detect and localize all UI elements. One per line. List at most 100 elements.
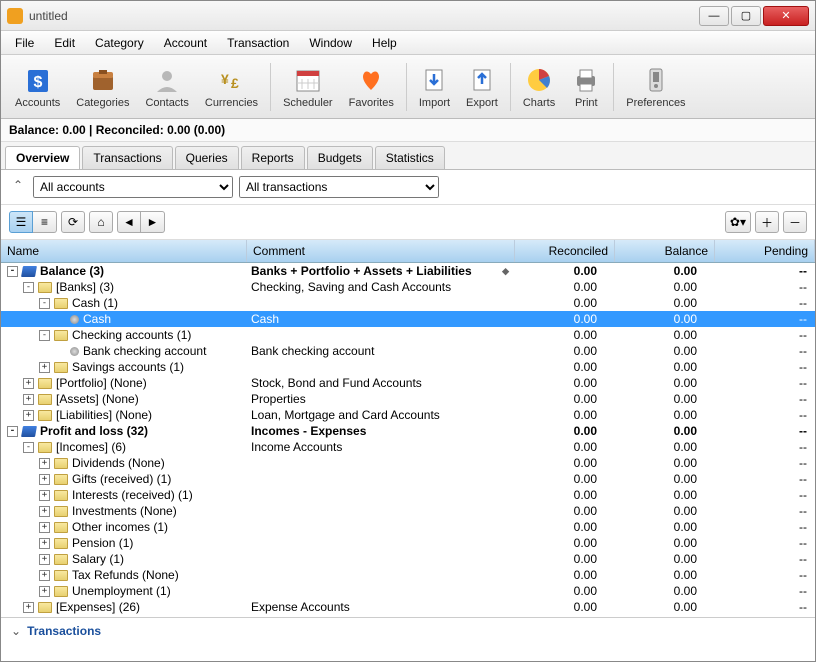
tree-row[interactable]: +Dividends (None)0.000.00-- — [1, 455, 815, 471]
account-tree[interactable]: -Balance (3)Banks + Portfolio + Assets +… — [1, 263, 815, 617]
svg-text:$: $ — [33, 74, 42, 91]
row-balance: 0.00 — [615, 391, 715, 407]
expand-toggle[interactable]: - — [39, 298, 50, 309]
menu-file[interactable]: File — [7, 34, 42, 52]
tab-statistics[interactable]: Statistics — [375, 146, 445, 169]
refresh-button[interactable]: ⟳ — [61, 211, 85, 233]
tree-row[interactable]: -Profit and loss (32)Incomes - Expenses0… — [1, 423, 815, 439]
collapse-filter-icon[interactable]: ⌃ — [9, 178, 27, 196]
expand-toggle[interactable]: + — [39, 522, 50, 533]
menu-window[interactable]: Window — [301, 34, 360, 52]
account-icon — [70, 315, 79, 324]
accounts-filter-select[interactable]: All accounts — [33, 176, 233, 198]
toolbar-export-button[interactable]: Export — [458, 63, 506, 111]
tree-row[interactable]: +Salary (1)0.000.00-- — [1, 551, 815, 567]
menu-category[interactable]: Category — [87, 34, 152, 52]
expand-toggle[interactable]: + — [39, 474, 50, 485]
toolbar-charts-button[interactable]: Charts — [515, 63, 563, 111]
expand-toggle[interactable]: - — [7, 266, 18, 277]
expand-toggle[interactable]: + — [39, 538, 50, 549]
toolbar-currencies-button[interactable]: ¥£Currencies — [197, 63, 266, 111]
tree-row[interactable]: +[Assets] (None)Properties0.000.00-- — [1, 391, 815, 407]
view-list-icons-button[interactable]: ☰ — [9, 211, 33, 233]
menu-account[interactable]: Account — [156, 34, 215, 52]
expand-toggle[interactable]: + — [39, 586, 50, 597]
expand-toggle[interactable]: + — [39, 490, 50, 501]
minimize-button[interactable]: — — [699, 6, 729, 26]
tree-row[interactable]: +[Portfolio] (None)Stock, Bond and Fund … — [1, 375, 815, 391]
expand-toggle[interactable]: - — [23, 282, 34, 293]
expand-toggle[interactable]: - — [39, 330, 50, 341]
expand-toggle[interactable]: + — [23, 378, 34, 389]
tree-row[interactable]: +Interests (received) (1)0.000.00-- — [1, 487, 815, 503]
menu-transaction[interactable]: Transaction — [219, 34, 297, 52]
nav-back-button[interactable]: ◄ — [117, 211, 141, 233]
tree-row[interactable]: +Pension (1)0.000.00-- — [1, 535, 815, 551]
row-balance: 0.00 — [615, 599, 715, 615]
toolbar-print-button[interactable]: Print — [563, 63, 609, 111]
tree-row[interactable]: -Checking accounts (1)0.000.00-- — [1, 327, 815, 343]
nav-forward-button[interactable]: ► — [141, 211, 165, 233]
row-reconciled: 0.00 — [515, 503, 615, 519]
accounts-icon: $ — [23, 65, 53, 95]
tree-row[interactable]: +Unemployment (1)0.000.00-- — [1, 583, 815, 599]
add-button[interactable]: ＋ — [755, 211, 779, 233]
tree-row[interactable]: -Balance (3)Banks + Portfolio + Assets +… — [1, 263, 815, 279]
toolbar-scheduler-button[interactable]: Scheduler — [275, 63, 341, 111]
folder-icon — [54, 538, 68, 549]
col-balance[interactable]: Balance — [615, 240, 715, 262]
tab-budgets[interactable]: Budgets — [307, 146, 373, 169]
tree-row[interactable]: +Savings accounts (1)0.000.00-- — [1, 359, 815, 375]
col-name[interactable]: Name — [1, 240, 247, 262]
expand-toggle[interactable]: + — [23, 602, 34, 613]
settings-gear-button[interactable]: ✿▾ — [725, 211, 751, 233]
toolbar-accounts-button[interactable]: $Accounts — [7, 63, 68, 111]
tab-queries[interactable]: Queries — [175, 146, 239, 169]
tree-row[interactable]: -Cash (1)0.000.00-- — [1, 295, 815, 311]
expand-toggle[interactable]: + — [39, 458, 50, 469]
tree-row[interactable]: +Other incomes (1)0.000.00-- — [1, 519, 815, 535]
expand-toggle[interactable]: - — [23, 442, 34, 453]
view-list-simple-button[interactable]: ≡ — [33, 211, 57, 233]
expand-toggle[interactable]: + — [23, 394, 34, 405]
col-comment[interactable]: Comment — [247, 240, 515, 262]
expand-toggle[interactable]: - — [7, 426, 18, 437]
toolbar-contacts-button[interactable]: Contacts — [137, 63, 196, 111]
row-reconciled: 0.00 — [515, 567, 615, 583]
expand-toggle[interactable]: + — [39, 554, 50, 565]
remove-button[interactable]: － — [783, 211, 807, 233]
expand-toggle[interactable]: + — [39, 506, 50, 517]
tree-row[interactable]: Bank checking accountBank checking accou… — [1, 343, 815, 359]
tab-overview[interactable]: Overview — [5, 146, 80, 169]
expand-toggle[interactable]: + — [23, 410, 34, 421]
transactions-panel-toggle[interactable]: ⌄ Transactions — [1, 617, 815, 644]
tree-row[interactable]: +Tax Refunds (None)0.000.00-- — [1, 567, 815, 583]
toolbar-favorites-button[interactable]: Favorites — [341, 63, 402, 111]
tree-row[interactable]: +[Liabilities] (None)Loan, Mortgage and … — [1, 407, 815, 423]
tree-row[interactable]: +[Expenses] (26)Expense Accounts0.000.00… — [1, 599, 815, 615]
close-button[interactable]: ✕ — [763, 6, 809, 26]
menu-help[interactable]: Help — [364, 34, 405, 52]
col-reconciled[interactable]: Reconciled — [515, 240, 615, 262]
tree-row[interactable]: +Gifts (received) (1)0.000.00-- — [1, 471, 815, 487]
toolbar-charts-label: Charts — [523, 97, 555, 109]
tree-row[interactable]: +Investments (None)0.000.00-- — [1, 503, 815, 519]
tab-transactions[interactable]: Transactions — [82, 146, 172, 169]
tree-row[interactable]: -[Banks] (3)Checking, Saving and Cash Ac… — [1, 279, 815, 295]
toolbar-preferences-button[interactable]: Preferences — [618, 63, 693, 111]
toolbar-import-button[interactable]: Import — [411, 63, 458, 111]
folder-icon — [38, 394, 52, 405]
expand-toggle[interactable]: + — [39, 570, 50, 581]
maximize-button[interactable]: ▢ — [731, 6, 761, 26]
col-pending[interactable]: Pending — [715, 240, 815, 262]
transactions-filter-select[interactable]: All transactions — [239, 176, 439, 198]
home-button[interactable]: ⌂ — [89, 211, 113, 233]
tree-row[interactable]: CashCash0.000.00-- — [1, 311, 815, 327]
tree-row[interactable]: -[Incomes] (6)Income Accounts0.000.00-- — [1, 439, 815, 455]
expand-toggle[interactable]: + — [39, 362, 50, 373]
row-pending: -- — [715, 423, 815, 439]
folder-icon — [54, 570, 68, 581]
toolbar-categories-button[interactable]: Categories — [68, 63, 137, 111]
tab-reports[interactable]: Reports — [241, 146, 305, 169]
menu-edit[interactable]: Edit — [46, 34, 83, 52]
